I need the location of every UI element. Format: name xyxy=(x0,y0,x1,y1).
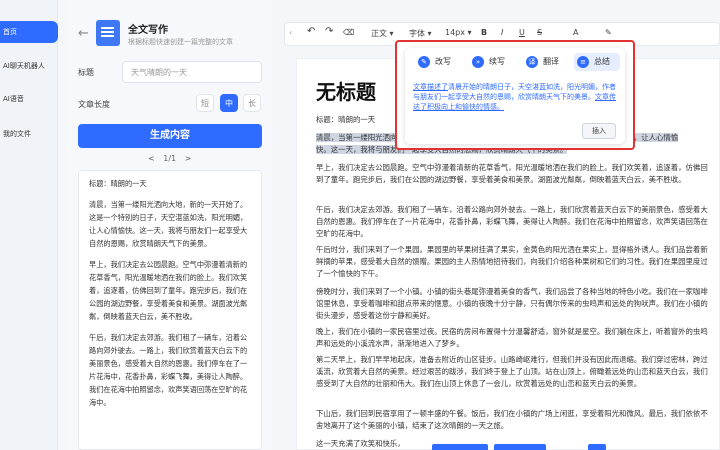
pager-text: 1/1 xyxy=(163,154,177,163)
redo-icon[interactable]: ↷ xyxy=(325,26,333,37)
bold-button[interactable]: B xyxy=(481,28,487,37)
font-color-button[interactable]: A xyxy=(573,28,578,37)
pen-icon: ✎ xyxy=(418,56,430,68)
summary-tab[interactable]: ≡ 总结 xyxy=(574,53,620,71)
result-paragraph: 午后，我们决定去郊游。我们租了一辆车，沿着公路向郊外驶去。一路上，我们欣赏着蓝天… xyxy=(89,333,248,407)
result-pager: < 1/1 > xyxy=(148,154,191,163)
strikethrough-button[interactable]: S xyxy=(537,28,542,37)
document-paragraph[interactable]: 午后时分，我们来到了一个果园。果园里的苹果树挂满了果实，金黄色的阳光洒在果实上，… xyxy=(316,244,714,280)
pager-prev-icon[interactable]: < xyxy=(148,154,155,163)
length-medium-button[interactable]: 中 xyxy=(220,94,238,112)
result-paragraph: 清晨，当第一缕阳光洒向大地，新的一天开始了。这是一个特别的日子，天空湛蓝如洗，阳… xyxy=(89,200,248,248)
length-short-button[interactable]: 短 xyxy=(196,94,214,112)
document-paragraph[interactable]: 傍晚时分，我们来到了一个小镇。小镇的街头巷尾弥漫着美食的香气，我们品尝了各种当地… xyxy=(316,286,714,322)
sidebar-item-home[interactable]: 首页 xyxy=(0,21,58,43)
paragraph-select[interactable]: 正文 ▾ xyxy=(371,28,394,39)
length-long-button[interactable]: 长 xyxy=(243,94,261,112)
ai-summary-text: 文章描述了清晨开始的晴朗日子，天空湛蓝如洗，阳光明媚，作者与朋友们一起享受大自然… xyxy=(413,83,616,111)
floating-action-button[interactable] xyxy=(588,444,606,450)
title-label: 标题 xyxy=(78,68,94,77)
floating-action-button[interactable] xyxy=(494,444,546,450)
document-paragraph[interactable]: 第二天早上，我们早早地起床，准备去附近的山区徒步。山路崎岖难行，但我们并没有因此… xyxy=(316,354,714,390)
document-title[interactable]: 无标题 xyxy=(316,76,376,105)
sidebar-item-my-files[interactable]: 我的文件 xyxy=(0,123,58,145)
result-paragraph: 早上，我们决定去公园晨跑。空气中弥漫着清新的花草香气，阳光温暖地洒在我们的脸上。… xyxy=(89,260,248,321)
italic-button[interactable]: I xyxy=(501,28,503,37)
translate-tab[interactable]: 译翻译 xyxy=(523,53,567,71)
document-paragraph[interactable]: 午后，我们决定去郊游。我们租了一辆车，沿着公路向郊外驶去。一路上，我们欣赏着蓝天… xyxy=(316,204,714,240)
translate-icon: 译 xyxy=(526,56,538,68)
underline-button[interactable]: U xyxy=(519,28,525,37)
font-select[interactable]: 字体 ▾ xyxy=(409,28,432,39)
sidebar: 首页 AI聊天机器人 AI语音 我的文件 xyxy=(0,0,58,450)
collapse-icon[interactable]: ‹ xyxy=(289,28,292,37)
document-paragraph[interactable]: 早上，我们决定去公园晨跑。空气中弥漫着清新的花草香气，阳光温暖地洒在我们的脸上。… xyxy=(316,162,714,186)
sidebar-item-ai-chatbot[interactable]: AI聊天机器人 xyxy=(0,55,58,77)
tool-title: 全文写作 xyxy=(128,25,168,36)
title-input[interactable] xyxy=(122,61,262,83)
tool-subtitle: 根据标题快速创建一篇完整的文章 xyxy=(128,38,233,46)
summary-icon: ≡ xyxy=(577,56,589,68)
document-paragraph[interactable]: 下山后，我们回到民宿享用了一顿丰盛的午餐。饭后，我们在小镇的广场上闲逛，享受着阳… xyxy=(316,408,714,432)
result-card: 标题：晴朗的一天 清晨，当第一缕阳光洒向大地，新的一天开始了。这是一个特别的日子… xyxy=(78,170,262,450)
result-paragraph: 标题：晴朗的一天 xyxy=(89,179,147,188)
highlight-pen-icon[interactable]: ✎ xyxy=(605,28,612,37)
undo-icon[interactable]: ↶ xyxy=(307,26,315,37)
clear-format-icon[interactable]: ⌫ xyxy=(343,28,354,37)
document-paragraph[interactable]: 晚上，我们在小镇的一家民宿里过夜。民宿的房间布置得十分温馨舒适，窗外就是星空。我… xyxy=(316,326,714,350)
continue-tab[interactable]: » 续写 xyxy=(469,53,513,71)
insert-button[interactable]: 插入 xyxy=(582,123,616,139)
document-icon xyxy=(96,20,120,46)
rewrite-tab[interactable]: ✎ 改写 xyxy=(415,53,459,71)
forward-icon: » xyxy=(472,56,484,68)
font-size-select[interactable]: 14px ▾ xyxy=(445,28,472,37)
length-label: 文章长度 xyxy=(78,100,110,109)
sidebar-item-ai-voice[interactable]: AI语音 xyxy=(0,88,58,110)
back-arrow-icon[interactable]: ← xyxy=(78,26,89,41)
pager-next-icon[interactable]: > xyxy=(185,154,192,163)
generate-button[interactable]: 生成内容 xyxy=(78,124,262,148)
floating-action-button[interactable] xyxy=(432,444,488,450)
